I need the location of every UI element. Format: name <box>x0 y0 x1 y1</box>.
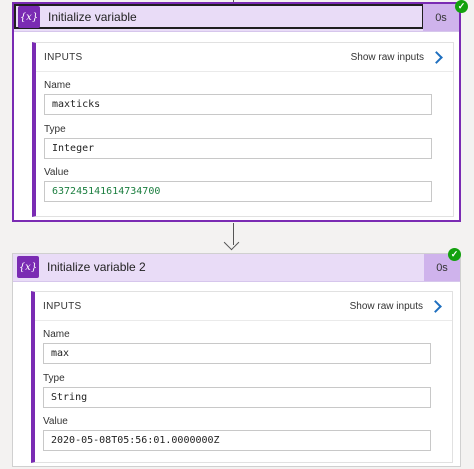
field-type: Type Integer <box>44 124 432 159</box>
show-raw-inputs-link[interactable]: Show raw inputs <box>350 50 443 64</box>
field-value: Value 637245141614734700 <box>44 167 432 202</box>
arrow-down-icon <box>223 234 240 251</box>
card-title: Initialize variable 2 <box>47 260 146 274</box>
card-title: Initialize variable <box>48 10 137 24</box>
show-raw-inputs-label: Show raw inputs <box>350 51 424 63</box>
name-value-box[interactable]: maxticks <box>44 94 432 115</box>
show-raw-inputs-label: Show raw inputs <box>349 300 423 312</box>
field-type: Type String <box>43 373 431 408</box>
variable-icon: {x} <box>17 256 39 278</box>
field-label: Name <box>44 80 71 91</box>
field-label: Value <box>43 416 68 427</box>
card-header[interactable]: {x} Initialize variable 2 0s <box>13 254 460 282</box>
value-value-box[interactable]: 637245141614734700 <box>44 181 432 202</box>
inputs-header: INPUTS Show raw inputs <box>35 292 452 321</box>
field-label: Name <box>43 329 70 340</box>
duration-badge: 0s <box>423 4 459 31</box>
type-value-box[interactable]: String <box>43 387 431 408</box>
field-label: Type <box>44 124 66 135</box>
inputs-label: INPUTS <box>43 300 82 312</box>
inputs-label: INPUTS <box>44 51 83 63</box>
field-name: Name max <box>43 329 431 364</box>
value-value-box[interactable]: 2020-05-08T05:56:01.0000000Z <box>43 430 431 451</box>
field-name: Name maxticks <box>44 80 432 115</box>
field-value: Value 2020-05-08T05:56:01.0000000Z <box>43 416 431 451</box>
inputs-panel: INPUTS Show raw inputs Name maxticks Typ… <box>32 42 454 217</box>
show-raw-inputs-link[interactable]: Show raw inputs <box>349 299 442 313</box>
card-header[interactable]: {x} Initialize variable 0s <box>14 4 459 32</box>
inputs-panel: INPUTS Show raw inputs Name max Type Str… <box>31 291 453 463</box>
type-value-box[interactable]: Integer <box>44 138 432 159</box>
field-label: Value <box>44 167 69 178</box>
success-check-icon: ✓ <box>448 248 461 261</box>
name-value-box[interactable]: max <box>43 343 431 364</box>
success-check-icon: ✓ <box>455 0 468 13</box>
chevron-right-icon <box>429 299 442 313</box>
variable-icon: {x} <box>18 6 40 28</box>
chevron-right-icon <box>430 50 443 64</box>
field-label: Type <box>43 373 65 384</box>
action-card-initialize-variable[interactable]: {x} Initialize variable 0s INPUTS Show r… <box>12 2 461 222</box>
inputs-header: INPUTS Show raw inputs <box>36 43 453 72</box>
action-card-initialize-variable-2[interactable]: {x} Initialize variable 2 0s INPUTS Show… <box>12 253 461 467</box>
